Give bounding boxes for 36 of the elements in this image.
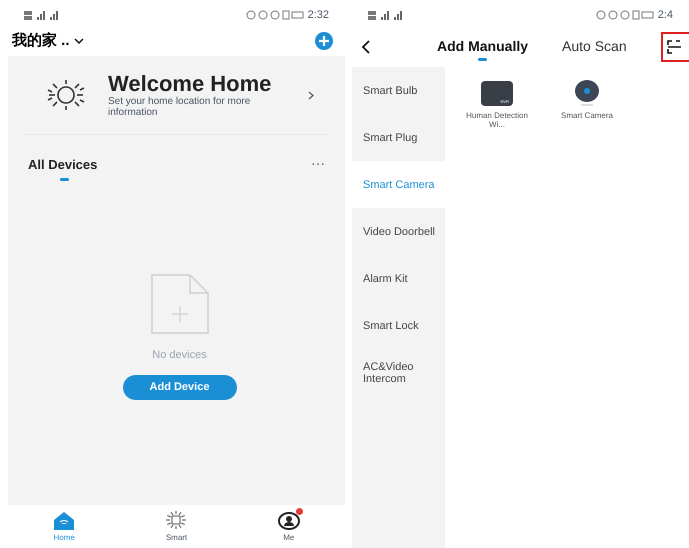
empty-message: No devices	[152, 348, 207, 362]
tab-indicator	[60, 178, 69, 180]
category-item[interactable]: Smart Bulb	[352, 67, 445, 114]
nav-tab[interactable]: Me	[258, 510, 319, 544]
device-item[interactable]: Smart Camera	[547, 77, 627, 120]
empty-file-icon	[150, 272, 210, 334]
tab[interactable]: Add Manually	[437, 33, 528, 61]
status-time: 2:32	[308, 8, 329, 23]
scan-button[interactable]	[660, 32, 689, 62]
chevron-down-icon	[74, 38, 84, 44]
section-title: All Devices	[28, 156, 98, 174]
home-icon	[52, 510, 76, 532]
category-item[interactable]: Smart Lock	[352, 302, 445, 349]
status-time: 2:4	[658, 8, 673, 23]
category-item[interactable]: Alarm Kit	[352, 255, 445, 302]
category-item[interactable]: Smart Plug	[352, 114, 445, 161]
status-icons	[246, 9, 304, 21]
more-button[interactable]: ···	[311, 153, 325, 174]
category-item[interactable]: Video Doorbell	[352, 208, 445, 255]
back-icon	[360, 39, 372, 55]
welcome-card[interactable]: Welcome Home Set your home location for more information	[24, 56, 329, 135]
add-device-button[interactable]: Add Device	[122, 375, 236, 400]
welcome-title: Welcome Home	[108, 72, 272, 96]
tab[interactable]: Auto Scan	[562, 33, 627, 61]
nav-tab[interactable]: Smart	[146, 510, 206, 544]
profile-icon	[276, 510, 301, 532]
sun-gear-icon	[164, 510, 188, 532]
chevron-right-icon	[308, 90, 314, 100]
add-icon	[315, 32, 333, 50]
category-item[interactable]: Smart Camera	[352, 161, 445, 208]
scan-icon	[666, 40, 681, 54]
status-icons	[596, 9, 654, 21]
home-selector[interactable]: 我的家 ..	[12, 30, 84, 52]
category-item[interactable]: AC&Video Intercom	[352, 349, 445, 396]
nav-tab[interactable]: Home	[34, 510, 94, 544]
welcome-subtitle: Set your home location for more information	[108, 96, 252, 118]
